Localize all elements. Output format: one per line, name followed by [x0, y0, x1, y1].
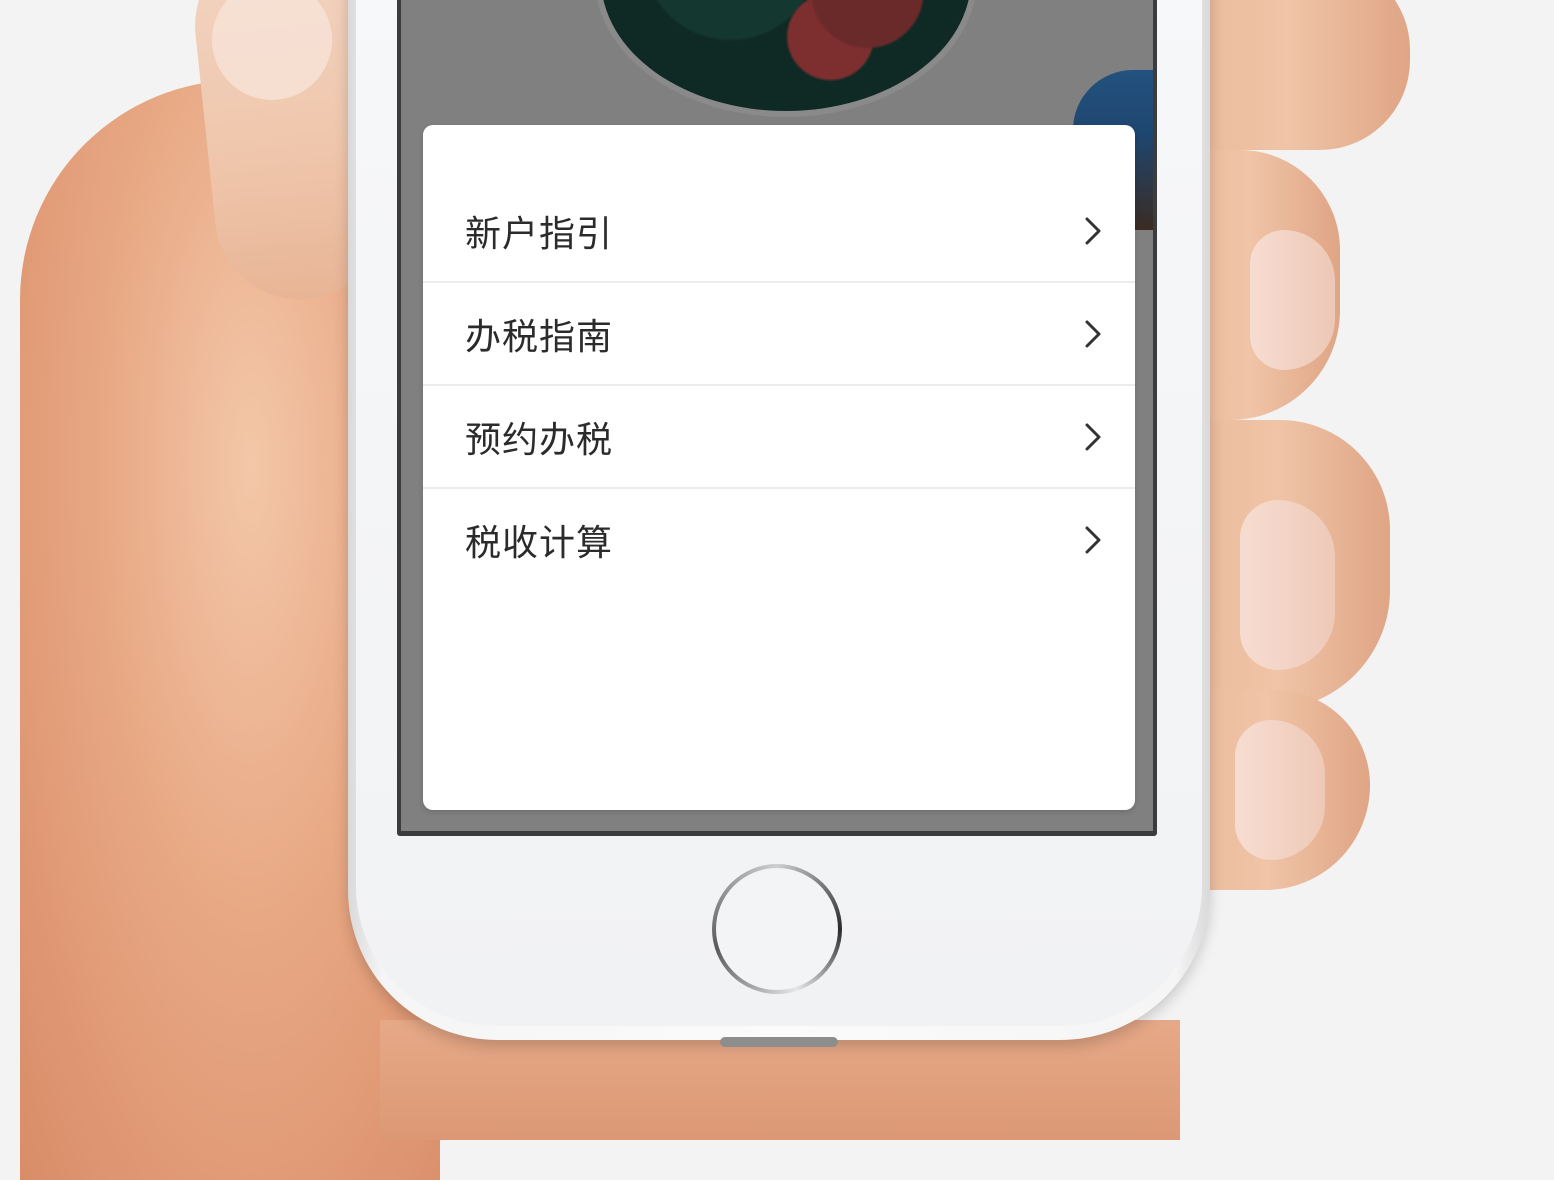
chevron-right-icon	[1085, 217, 1101, 244]
fingernail	[1235, 720, 1325, 860]
fingernail	[1240, 500, 1335, 670]
menu-item-label: 税收计算	[465, 522, 614, 564]
menu-list: 新户指引 办税指南 预约办税 税收计算	[423, 180, 1135, 590]
dimmed-background: 新户指引 办税指南 预约办税 税收计算	[401, 0, 1153, 831]
fingernail	[1250, 230, 1335, 370]
phone-screen: 新户指引 办税指南 预约办税 税收计算	[397, 0, 1157, 836]
chevron-right-icon	[1085, 526, 1101, 553]
home-button-face	[716, 868, 838, 990]
menu-item-new-user-guide[interactable]: 新户指引	[423, 180, 1135, 283]
menu-item-label: 新户指引	[465, 213, 614, 255]
menu-item-tax-guide[interactable]: 办税指南	[423, 283, 1135, 386]
charging-port	[720, 1037, 838, 1047]
menu-item-appointment[interactable]: 预约办税	[423, 386, 1135, 489]
thumb-nail	[206, 0, 338, 106]
menu-item-label: 办税指南	[465, 316, 614, 358]
background-avatar-image	[595, 0, 977, 117]
chevron-right-icon	[1085, 423, 1101, 450]
menu-item-tax-calculation[interactable]: 税收计算	[423, 489, 1135, 590]
home-button[interactable]	[712, 864, 842, 994]
menu-panel: 新户指引 办税指南 预约办税 税收计算	[423, 125, 1135, 810]
menu-item-label: 预约办税	[465, 419, 614, 461]
chevron-right-icon	[1085, 320, 1101, 347]
